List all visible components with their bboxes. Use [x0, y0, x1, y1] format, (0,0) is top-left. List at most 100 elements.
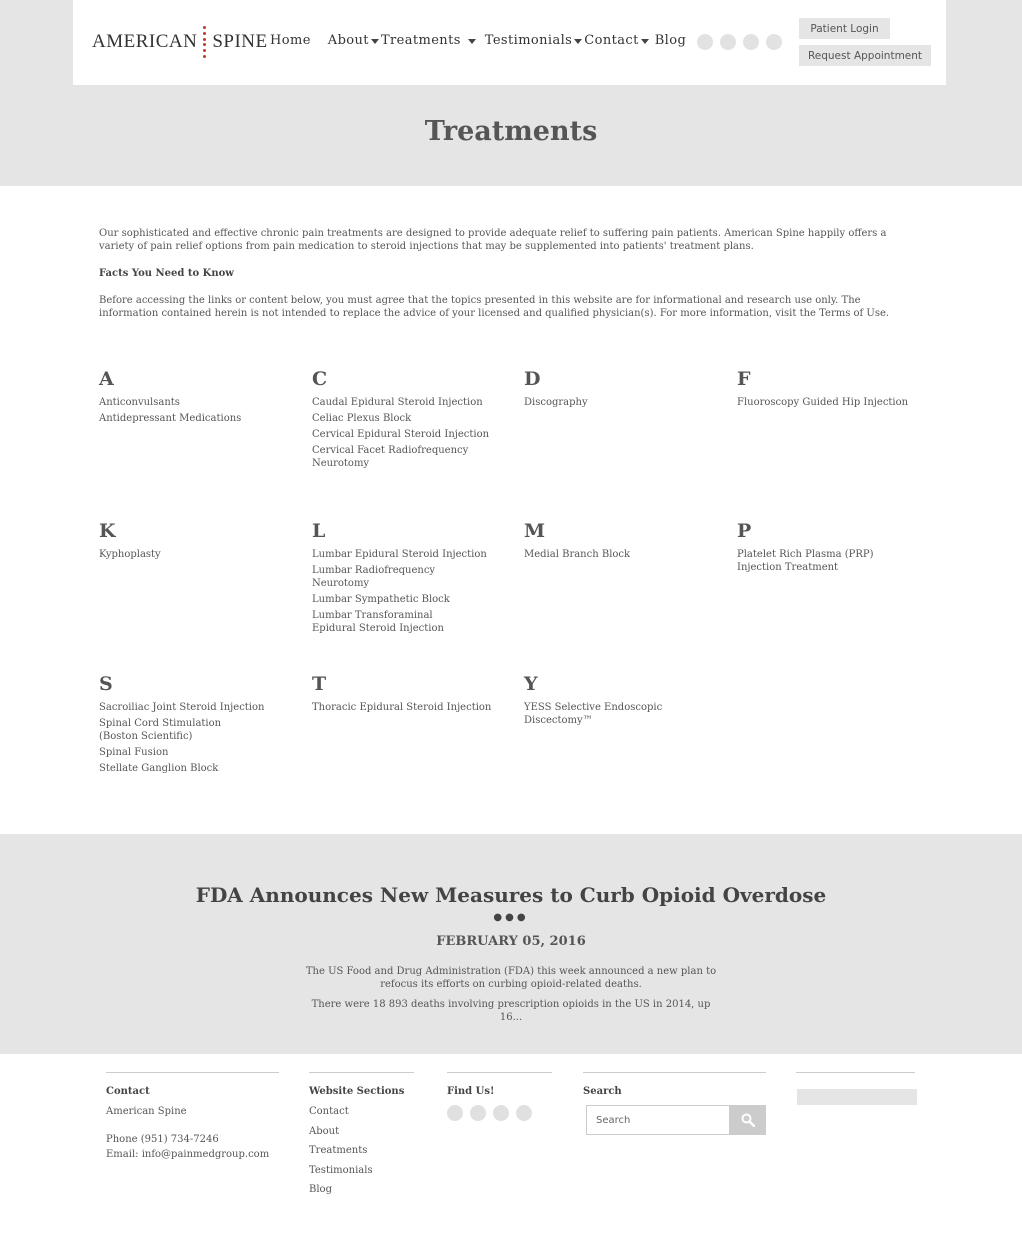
social-icon[interactable]	[766, 34, 782, 50]
nav-label: Testimonials	[484, 33, 573, 48]
header-social-links	[697, 34, 782, 50]
footer-link-about[interactable]: About	[309, 1125, 414, 1138]
treatment-group-d: D Discography	[524, 368, 704, 412]
nav-label: Blog	[654, 33, 687, 48]
treatment-link[interactable]: Cervical Epidural Steroid Injection	[312, 428, 492, 441]
treatment-link[interactable]: Platelet Rich Plasma (PRP) Injection Tre…	[737, 548, 912, 574]
footer-heading: Find Us!	[447, 1086, 495, 1097]
social-icon[interactable]	[516, 1105, 532, 1121]
intro-paragraph: Our sophisticated and effective chronic …	[99, 228, 887, 252]
search-form	[586, 1105, 766, 1135]
treatment-group-m: M Medial Branch Block	[524, 520, 704, 564]
treatment-group-y: Y YESS Selective Endoscopic Discectomy™	[524, 673, 704, 730]
treatment-letter: T	[312, 673, 327, 695]
news-date: FEBRUARY 05, 2016	[436, 934, 586, 949]
nav-item-blog[interactable]: Blog	[655, 33, 686, 48]
treatment-letter: A	[99, 368, 114, 390]
nav-label: Contact	[584, 33, 639, 48]
treatment-group-k: K Kyphoplasty	[99, 520, 279, 564]
treatment-link[interactable]: Thoracic Epidural Steroid Injection	[312, 701, 492, 714]
news-divider: ●●●	[493, 912, 529, 923]
intro-section: Our sophisticated and effective chronic …	[99, 227, 909, 334]
footer-find-us: Find Us!	[447, 1072, 552, 1121]
footer-link-testimonials[interactable]: Testimonials	[309, 1164, 414, 1177]
footer-link-treatments[interactable]: Treatments	[309, 1144, 414, 1157]
site-header: AMERICAN SPINE Home About Treatments Tes…	[73, 0, 946, 85]
chevron-down-icon	[370, 39, 379, 44]
footer-phone[interactable]: Phone (951) 734-7246	[106, 1133, 279, 1146]
nav-label: Treatments	[380, 33, 461, 48]
treatment-link[interactable]: Spinal Cord Stimulation (Boston Scientif…	[99, 717, 259, 743]
treatment-link[interactable]: Lumbar Epidural Steroid Injection	[312, 548, 492, 561]
social-icon[interactable]	[493, 1105, 509, 1121]
request-appointment-button[interactable]: Request Appointment	[799, 45, 931, 66]
social-icon[interactable]	[470, 1105, 486, 1121]
treatment-group-l: L Lumbar Epidural Steroid Injection Lumb…	[312, 520, 492, 638]
treatment-link[interactable]: Celiac Plexus Block	[312, 412, 492, 425]
footer-social-links	[447, 1105, 552, 1121]
chevron-down-icon	[467, 39, 476, 44]
treatment-letter: Y	[524, 673, 538, 695]
treatment-group-a: A Anticonvulsants Antidepressant Medicat…	[99, 368, 279, 428]
chevron-down-icon	[640, 39, 649, 44]
nav-item-treatments[interactable]: Treatments	[381, 33, 478, 48]
treatment-link[interactable]: Cervical Facet Radiofrequency Neurotomy	[312, 444, 472, 470]
site-logo[interactable]: AMERICAN SPINE	[92, 25, 268, 59]
news-paragraph: The US Food and Drug Administration (FDA…	[305, 966, 717, 990]
logo-text-right: SPINE	[212, 31, 268, 52]
social-icon[interactable]	[743, 34, 759, 50]
footer-search: Search	[583, 1072, 766, 1135]
treatment-letter: C	[312, 368, 328, 390]
treatment-link[interactable]: Discography	[524, 396, 704, 409]
main-nav: Home About Treatments Testimonials Conta…	[270, 33, 686, 48]
disclaimer-paragraph: Before accessing the links or content be…	[99, 295, 890, 319]
treatment-link[interactable]: Lumbar Transforaminal Epidural Steroid I…	[312, 609, 472, 635]
treatment-link[interactable]: Antidepressant Medications	[99, 412, 279, 425]
footer-sections: Website Sections Contact About Treatment…	[309, 1072, 414, 1203]
social-icon[interactable]	[697, 34, 713, 50]
logo-text-left: AMERICAN	[92, 31, 198, 52]
treatment-link[interactable]: Lumbar Sympathetic Block	[312, 593, 492, 606]
treatment-link[interactable]: Kyphoplasty	[99, 548, 279, 561]
treatment-letter: P	[737, 520, 752, 542]
treatment-group-c: C Caudal Epidural Steroid Injection Celi…	[312, 368, 492, 473]
treatment-link[interactable]: Stellate Ganglion Block	[99, 762, 279, 775]
news-excerpt: The US Food and Drug Administration (FDA…	[305, 965, 717, 1031]
treatment-group-s: S Sacroiliac Joint Steroid Injection Spi…	[99, 673, 279, 778]
footer-link-contact[interactable]: Contact	[309, 1105, 414, 1118]
patient-login-button[interactable]: Patient Login	[799, 18, 890, 39]
news-section: FDA Announces New Measures to Curb Opioi…	[0, 834, 1022, 1054]
search-input[interactable]	[586, 1105, 730, 1135]
nav-item-about[interactable]: About	[328, 33, 381, 48]
treatment-group-t: T Thoracic Epidural Steroid Injection	[312, 673, 492, 717]
footer-placeholder-box	[797, 1089, 917, 1105]
treatment-link[interactable]: YESS Selective Endoscopic Discectomy™	[524, 701, 674, 727]
nav-item-testimonials[interactable]: Testimonials	[485, 33, 584, 48]
nav-label: About	[327, 33, 369, 48]
search-button[interactable]	[730, 1105, 766, 1135]
social-icon[interactable]	[720, 34, 736, 50]
treatment-letter: K	[99, 520, 116, 542]
nav-item-home[interactable]: Home	[270, 33, 311, 48]
footer-contact: Contact American Spine Phone (951) 734-7…	[106, 1072, 279, 1161]
spine-logo-icon	[203, 26, 207, 58]
treatment-link[interactable]: Sacroiliac Joint Steroid Injection	[99, 701, 279, 714]
treatment-group-p: P Platelet Rich Plasma (PRP) Injection T…	[737, 520, 917, 577]
treatment-letter: L	[312, 520, 326, 542]
treatment-link[interactable]: Medial Branch Block	[524, 548, 704, 561]
news-title[interactable]: FDA Announces New Measures to Curb Opioi…	[0, 883, 1022, 907]
treatment-link[interactable]: Anticonvulsants	[99, 396, 279, 409]
nav-item-contact[interactable]: Contact	[584, 33, 654, 48]
search-icon	[741, 1113, 755, 1127]
treatment-link[interactable]: Fluoroscopy Guided Hip Injection	[737, 396, 917, 409]
treatment-link[interactable]: Spinal Fusion	[99, 746, 279, 759]
footer-link-blog[interactable]: Blog	[309, 1183, 414, 1196]
treatment-link[interactable]: Lumbar Radiofrequency Neurotomy	[312, 564, 492, 590]
nav-label: Home	[270, 33, 311, 48]
treatment-group-f: F Fluoroscopy Guided Hip Injection	[737, 368, 917, 412]
footer-email[interactable]: Email: info@painmedgroup.com	[106, 1148, 279, 1161]
treatment-letter: F	[737, 368, 751, 390]
treatment-link[interactable]: Caudal Epidural Steroid Injection	[312, 396, 492, 409]
social-icon[interactable]	[447, 1105, 463, 1121]
treatment-letter: M	[524, 520, 546, 542]
